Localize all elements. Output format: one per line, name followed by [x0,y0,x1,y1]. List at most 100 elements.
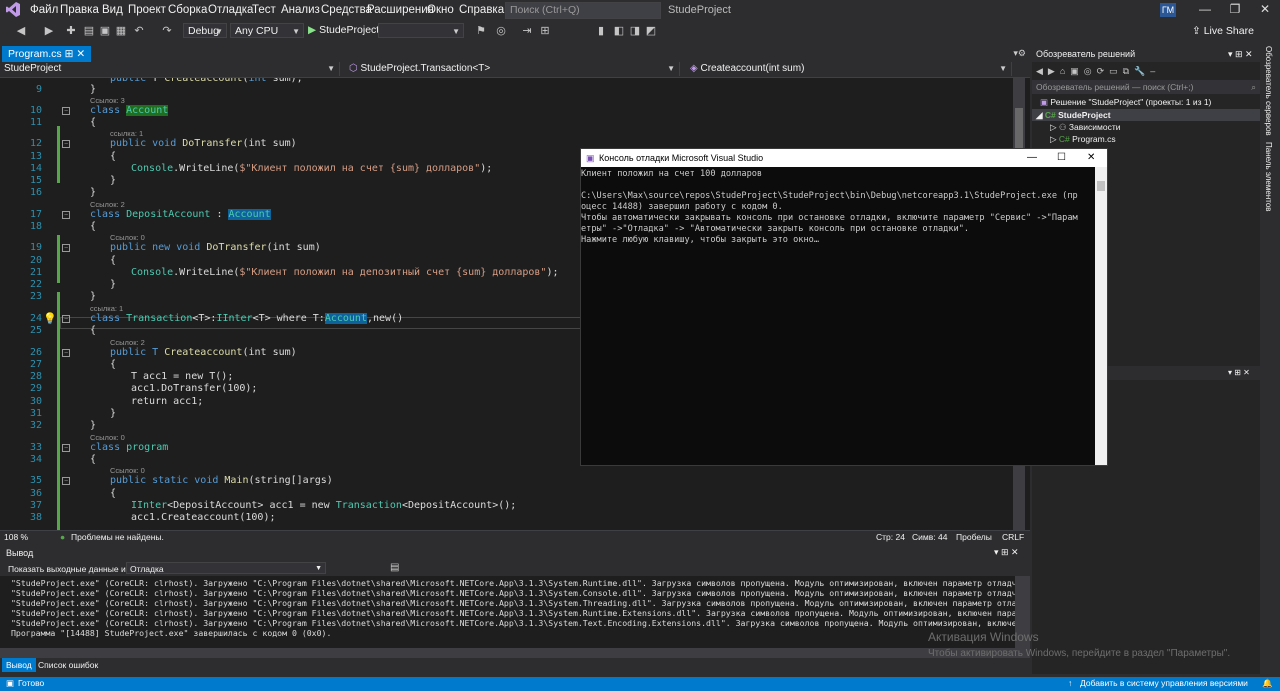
code-line-37: IInter<DepositAccount> acc1 = new Transa… [131,500,517,511]
bottom-tab-strip: Вывод Список ошибок [0,658,1030,672]
fold-icon[interactable]: − [62,349,70,357]
close-icon[interactable]: ✕ [1087,149,1095,167]
console-scrollbar[interactable] [1095,167,1107,465]
tab-output[interactable]: Вывод [2,658,36,672]
tab-program-cs[interactable]: Program.cs ⊞ ✕ [2,46,92,62]
code-line-38: acc1.Createaccount(100); [131,512,276,523]
panel-options-icon[interactable]: ▾ ⊞ ✕ [994,547,1019,558]
open-folder-icon[interactable]: ▤ [82,24,96,38]
lightbulb-icon[interactable]: 💡 [43,312,57,325]
menu-window[interactable]: Окно [427,4,454,16]
menu-tools[interactable]: Средства [321,4,372,16]
class-dropdown[interactable]: ⬡ StudeProject.Transaction<T> ▼ [345,62,680,76]
zoom-level[interactable]: 108 % [4,532,28,542]
debug-target-select[interactable]: ▼ [378,23,464,38]
line-number: 26 [29,347,42,358]
avatar[interactable]: ГМ [1160,3,1176,17]
solution-search-input[interactable]: Обозреватель решений — поиск (Ctrl+;) ⌕ [1032,80,1260,94]
clear-all-icon[interactable]: ▤ [390,562,399,573]
code-lens[interactable]: Ссылок: 0 [90,433,125,442]
solution-root-label: Решение "StudeProject" (проекты: 1 из 1) [1050,97,1212,107]
csharp-file-icon: C# [1058,134,1073,144]
solution-root[interactable]: ▣ Решение "StudeProject" (проекты: 1 из … [1040,97,1211,108]
start-debugging-button[interactable]: ▶StudeProject ▾ [308,23,387,38]
live-share-label: Live Share [1203,25,1254,37]
output-text[interactable]: "StudeProject.exe" (CoreCLR: clrhost). З… [0,576,1015,648]
tab-overflow-icon[interactable]: ▾⚙ [1013,48,1026,59]
code-lens[interactable]: Ссылок: 2 [110,338,145,347]
issues-status[interactable]: Проблемы не найдены. [71,532,164,542]
forward-icon[interactable]: ▶ [42,24,56,38]
configuration-select[interactable]: Debug ▼ [183,23,227,38]
code-lens[interactable]: Ссылок: 0 [110,466,145,475]
code-lens[interactable]: Ссылок: 2 [90,200,125,209]
pin-icon[interactable]: ⊞ [65,48,74,60]
toolbox-tab[interactable]: Панель элементов [1264,142,1273,212]
menu-analyze[interactable]: Анализ [281,4,320,16]
menu-debug[interactable]: Отладка [208,4,253,16]
line-endings[interactable]: CRLF [1002,532,1024,542]
fold-icon[interactable]: − [62,444,70,452]
panel-options-icon[interactable]: ▾ ⊞ ✕ [1228,46,1253,62]
clear-bookmarks-icon[interactable]: ◩ [644,24,658,38]
close-icon[interactable]: ✕ [76,48,85,60]
fold-icon[interactable]: − [62,211,70,219]
browser-icon[interactable]: ⚑ [474,24,488,38]
menu-extensions[interactable]: Расширения [367,4,434,16]
menu-help[interactable]: Справка [459,4,504,16]
next-bookmark-icon[interactable]: ◨ [628,24,642,38]
code-lens[interactable]: Ссылок: 3 [90,96,125,105]
fold-icon[interactable]: − [62,477,70,485]
code-lens[interactable]: ссылка: 1 [90,304,123,313]
bookmark-icon[interactable]: ▮ [594,24,608,38]
whitespace-mode[interactable]: Пробелы [956,532,992,542]
output-source-select[interactable]: Отладка ▼ [126,562,326,574]
code-lens[interactable]: Ссылок: 0 [110,233,145,242]
search-input[interactable]: Поиск (Ctrl+Q) [505,2,661,19]
fold-icon[interactable]: − [62,140,70,148]
prev-bookmark-icon[interactable]: ◧ [612,24,626,38]
hot-reload-icon[interactable]: ◎ [494,24,508,38]
tab-error-list[interactable]: Список ошибок [38,658,98,672]
fold-icon[interactable]: − [62,107,70,115]
new-project-icon[interactable]: ✚ [64,24,78,38]
solution-toolbar-icons[interactable]: ◀▶⌂▣◎⟳▭⧉🔧– [1036,66,1160,77]
live-share-button[interactable]: ⇪ Live Share [1192,25,1254,37]
save-icon[interactable]: ▣ [98,24,112,38]
dependencies-node[interactable]: ▷ ⚇ Зависимости [1050,122,1120,133]
fold-icon[interactable]: − [62,244,70,252]
format-icon[interactable]: ⊞ [538,24,552,38]
output-hscroll[interactable] [0,648,1030,658]
csharp-project-icon: C# [1044,110,1059,120]
platform-select[interactable]: Any CPU ▼ [230,23,304,38]
project-node[interactable]: ◢ C# StudeProject [1036,110,1111,121]
project-dropdown[interactable]: StudeProject ▼ [0,62,340,76]
menu-project[interactable]: Проект [128,4,166,16]
console-scroll-thumb[interactable] [1097,181,1105,191]
code-lens[interactable]: ссылка: 1 [110,129,143,138]
step-icon[interactable]: ⇥ [520,24,534,38]
maximize-icon[interactable]: ❐ [1222,2,1248,18]
server-explorer-tab[interactable]: Обозреватель серверов [1264,46,1273,136]
add-to-source-control[interactable]: Добавить в систему управления версиями [1080,678,1248,688]
panel-options-icon[interactable]: ▾ ⊞ ✕ [1228,368,1250,377]
member-dropdown[interactable]: ◈ Createaccount(int sum) ▼ [686,62,1012,76]
menu-file[interactable]: Файл [30,4,58,16]
program-cs-node[interactable]: ▷ C# Program.cs [1050,134,1116,145]
minimize-icon[interactable]: — [1192,2,1218,18]
line-number: 36 [29,488,42,499]
back-icon[interactable]: ◀ [14,24,28,38]
save-all-icon[interactable]: ▦ [114,24,128,38]
fold-icon[interactable]: − [62,315,70,323]
menu-build[interactable]: Сборка [168,4,207,16]
menu-view[interactable]: Вид [102,4,123,16]
maximize-icon[interactable]: ☐ [1057,149,1066,167]
menu-test[interactable]: Тест [252,4,276,16]
menu-edit[interactable]: Правка [60,4,99,16]
close-icon[interactable]: ✕ [1252,2,1278,18]
undo-icon[interactable]: ↶ [132,24,146,38]
debug-console-window[interactable]: ▣ Консоль отладки Microsoft Visual Studi… [580,148,1108,466]
notifications-icon[interactable]: 🔔 [1262,678,1273,689]
redo-icon[interactable]: ↷ [160,24,174,38]
minimize-icon[interactable]: — [1027,149,1037,167]
